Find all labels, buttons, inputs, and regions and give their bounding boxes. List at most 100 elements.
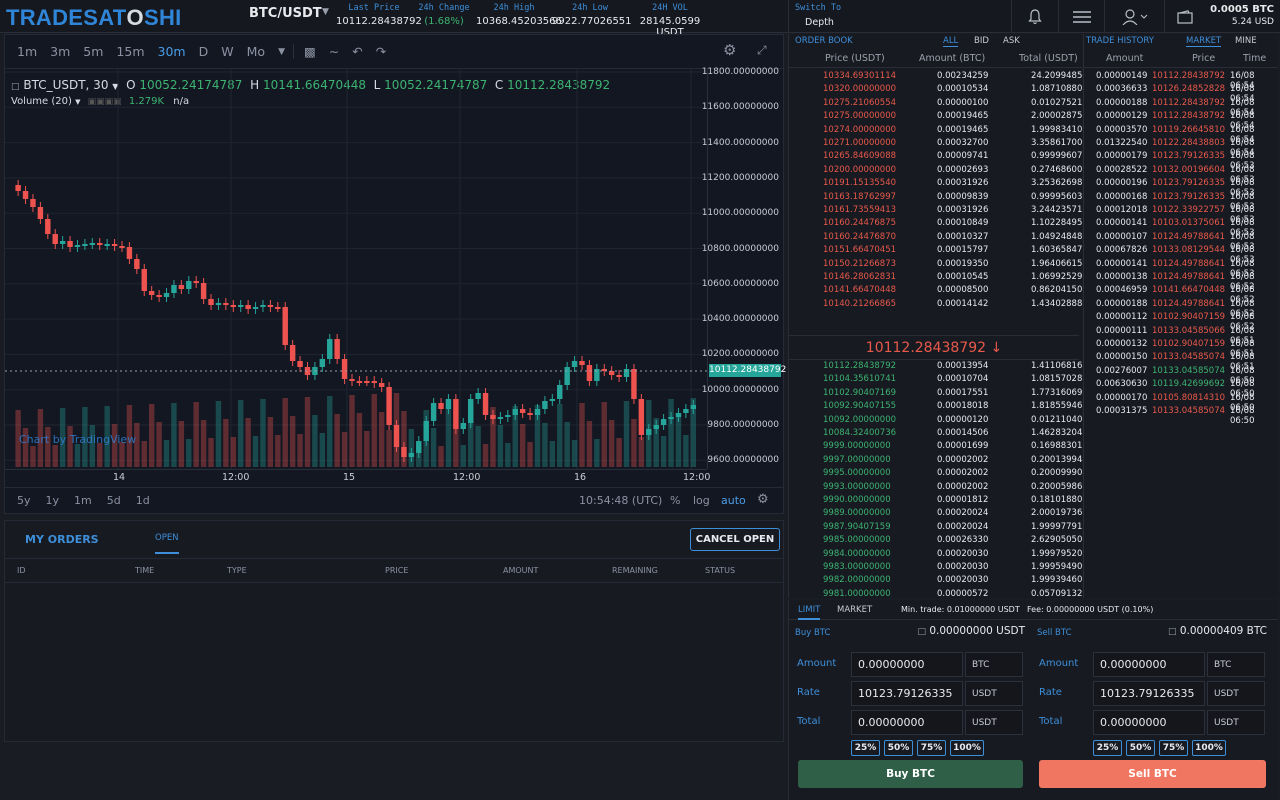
time-axis[interactable]: 14 12:00 15 12:00 16 12:00 — [5, 469, 710, 485]
col-id[interactable]: ID — [17, 566, 26, 575]
col-amount-btc[interactable]: Amount (BTC) — [919, 53, 985, 64]
interval-30m[interactable]: 30m — [158, 44, 186, 59]
col-price-usdt[interactable]: Price (USDT) — [825, 53, 885, 64]
tab-limit[interactable]: LIMIT — [798, 605, 821, 620]
buy-100-button[interactable]: 100% — [950, 740, 984, 756]
buy-50-button[interactable]: 50% — [884, 740, 913, 756]
filter-ask[interactable]: ASK — [1003, 36, 1020, 46]
ask-row[interactable]: 10275.21060554 0.00000100 0.01027521 — [789, 97, 1082, 110]
tab-open[interactable]: OPEN — [155, 533, 179, 554]
sell-75-button[interactable]: 75% — [1159, 740, 1188, 756]
bid-row[interactable]: 10084.32400736 0.00014506 1.46283204 — [789, 427, 1082, 440]
interval-3m[interactable]: 3m — [50, 44, 70, 59]
ask-row[interactable]: 10151.66470451 0.00015797 1.60365847 — [789, 244, 1082, 257]
tab-mine[interactable]: MINE — [1235, 36, 1257, 46]
menu-icon[interactable] — [1058, 0, 1104, 33]
bid-row[interactable]: 9995.00000000 0.00002002 0.20009990 — [789, 467, 1082, 480]
ask-row[interactable]: 10150.21266873 0.00019350 1.96406615 — [789, 258, 1082, 271]
price-chart[interactable]: 1m 3m 5m 15m 30m D W Mo ▼ ▩ ∼ ↶ ↷ ⚙ ⤢ □ … — [4, 34, 786, 514]
ask-row[interactable]: 10140.21266865 0.00014142 1.43402888 — [789, 298, 1082, 311]
col-time[interactable]: TIME — [135, 566, 154, 575]
tab-market-order[interactable]: MARKET — [837, 605, 872, 615]
range-1d[interactable]: 1d — [136, 494, 150, 507]
sell-amount-input[interactable]: 0.00000000 — [1093, 652, 1205, 677]
ask-row[interactable]: 10146.28062831 0.00010545 1.06992529 — [789, 271, 1082, 284]
sell-25-button[interactable]: 25% — [1093, 740, 1122, 756]
col-price[interactable]: Price — [1192, 53, 1215, 64]
col-amount[interactable]: Amount — [1106, 53, 1143, 64]
bid-row[interactable]: 9989.00000000 0.00020024 2.00019736 — [789, 507, 1082, 520]
sell-rate-input[interactable]: 10123.79126335 — [1093, 681, 1205, 706]
fullscreen-icon[interactable]: ⤢ — [757, 43, 767, 58]
tab-market[interactable]: MARKET — [1186, 36, 1222, 47]
sell-100-button[interactable]: 100% — [1192, 740, 1226, 756]
log-toggle[interactable]: log — [693, 494, 710, 507]
buy-rate-input[interactable]: 10123.79126335 — [851, 681, 963, 706]
bid-row[interactable]: 9987.90407159 0.00020024 1.99997791 — [789, 521, 1082, 534]
ask-row[interactable]: 10334.69301114 0.00234259 24.20994850 — [789, 70, 1088, 83]
cancel-open-button[interactable]: CANCEL OPEN — [690, 528, 780, 551]
bid-row[interactable]: 10104.35610741 0.00010704 1.08157028 — [789, 373, 1082, 386]
filter-bid[interactable]: BID — [974, 36, 989, 46]
tradingview-watermark[interactable]: Chart by TradingView — [19, 433, 136, 446]
interval-5m[interactable]: 5m — [83, 44, 103, 59]
col-remaining[interactable]: REMAINING — [612, 566, 658, 575]
filter-all[interactable]: ALL — [943, 36, 959, 47]
utc-clock[interactable]: 10:54:48 (UTC) — [579, 494, 662, 507]
range-5d[interactable]: 5d — [107, 494, 121, 507]
buy-total-input[interactable]: 0.00000000 — [851, 710, 963, 735]
range-5y[interactable]: 5y — [17, 494, 31, 507]
buy-button[interactable]: Buy BTC — [798, 760, 1023, 788]
ask-row[interactable]: 10141.66470448 0.00008500 0.86204150 — [789, 284, 1082, 297]
auto-toggle[interactable]: auto — [721, 494, 746, 507]
ask-row[interactable]: 10320.00000000 0.00010534 1.08710880 — [789, 83, 1082, 96]
pair-selector[interactable]: BTC/USDT — [249, 6, 322, 21]
buy-25-button[interactable]: 25% — [851, 740, 880, 756]
bid-row[interactable]: 9999.00000000 0.00001699 0.16988301 — [789, 440, 1082, 453]
range-1m[interactable]: 1m — [74, 494, 92, 507]
price-axis[interactable]: 11800.00000000 11600.00000000 11400.000000… — [702, 67, 786, 469]
sell-50-button[interactable]: 50% — [1126, 740, 1155, 756]
interval-w[interactable]: W — [221, 44, 233, 59]
col-amount[interactable]: AMOUNT — [503, 566, 538, 575]
switch-to-depth[interactable]: Switch To Depth — [788, 0, 1012, 33]
interval-15m[interactable]: 15m — [116, 44, 144, 59]
percent-toggle[interactable]: % — [670, 494, 680, 507]
col-total-usdt[interactable]: Total (USDT) — [1019, 53, 1078, 64]
interval-1m[interactable]: 1m — [17, 44, 37, 59]
chevron-down-icon[interactable]: ▼ — [322, 7, 329, 17]
settings-gear-icon[interactable]: ⚙ — [723, 41, 736, 59]
bid-row[interactable]: 10112.28438792 0.00013954 1.41106816 — [789, 360, 1082, 373]
bid-row[interactable]: 9990.00000000 0.00001812 0.18101880 — [789, 494, 1082, 507]
col-type[interactable]: TYPE — [227, 566, 247, 575]
buy-75-button[interactable]: 75% — [917, 740, 946, 756]
ask-row[interactable]: 10161.73559413 0.00031926 3.24423571 — [789, 204, 1082, 217]
bid-row[interactable]: 9984.00000000 0.00020030 1.99979520 — [789, 548, 1082, 561]
sell-button[interactable]: Sell BTC — [1039, 760, 1266, 788]
bid-row[interactable]: 9985.00000000 0.00026330 2.62905050 — [789, 534, 1082, 547]
ask-row[interactable]: 10160.24476875 0.00010849 1.10228495 — [789, 217, 1082, 230]
wallet-icon[interactable] — [1164, 0, 1204, 33]
bell-icon[interactable] — [1012, 0, 1058, 33]
bid-row[interactable]: 9982.00000000 0.00020030 1.99939460 — [789, 574, 1082, 587]
ask-row[interactable]: 10274.00000000 0.00019465 1.99983410 — [789, 124, 1082, 137]
ask-row[interactable]: 10275.00000000 0.00019465 2.00002875 — [789, 110, 1082, 123]
undo-icon[interactable]: ↶ — [352, 44, 362, 59]
bid-row[interactable]: 9993.00000000 0.00002002 0.20005986 — [789, 481, 1082, 494]
bid-row[interactable]: 9997.00000000 0.00002002 0.20013994 — [789, 454, 1082, 467]
ask-row[interactable]: 10163.18762997 0.00009839 0.99995603 — [789, 191, 1082, 204]
interval-mo[interactable]: Mo — [247, 44, 265, 59]
ask-row[interactable]: 10271.00000000 0.00032700 3.35861700 — [789, 137, 1082, 150]
chevron-down-icon[interactable]: ▼ — [278, 47, 285, 57]
col-time[interactable]: Time — [1243, 53, 1266, 64]
redo-icon[interactable]: ↷ — [376, 44, 386, 59]
candlestick-plot[interactable] — [5, 69, 707, 469]
bid-row[interactable]: 10092.00000000 0.00000120 0.01211040 — [789, 414, 1082, 427]
bid-row[interactable]: 10102.90407169 0.00017551 1.77316069 — [789, 387, 1082, 400]
col-status[interactable]: STATUS — [705, 566, 735, 575]
ask-row[interactable]: 10160.24476870 0.00010327 1.04924848 — [789, 231, 1082, 244]
chart-settings-gear-icon[interactable]: ⚙ — [757, 492, 769, 507]
buy-amount-input[interactable]: 0.00000000 — [851, 652, 963, 677]
user-icon[interactable] — [1104, 0, 1164, 33]
ask-row[interactable]: 10200.00000000 0.00002693 0.27468600 — [789, 164, 1082, 177]
